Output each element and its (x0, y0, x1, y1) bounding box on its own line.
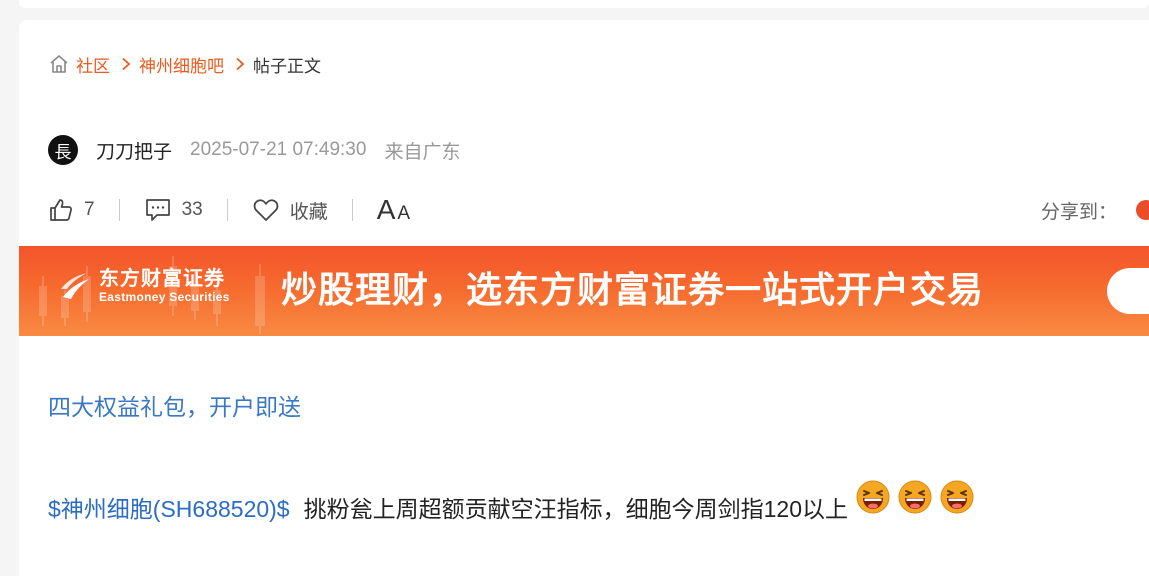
brand-name-en: Eastmoney Securities (99, 290, 230, 304)
font-size-toggle[interactable]: A A (377, 194, 410, 226)
divider (226, 199, 228, 221)
like-button[interactable]: 7 (48, 197, 95, 223)
eastmoney-logo: 东方财富证券 Eastmoney Securities (59, 268, 230, 304)
comment-button[interactable]: 33 (144, 197, 203, 223)
chevron-right-icon (119, 57, 133, 71)
action-bar: 7 33 收藏 A A 分享到： (48, 194, 1149, 226)
favorite-label: 收藏 (289, 201, 328, 223)
post-content: $神州细胞(SH688520)$ 挑粉瓮上周超额贡献空汪指标，细胞今周剑指120… (48, 480, 974, 524)
divider (351, 199, 353, 221)
brand-name-cn: 东方财富证券 (99, 268, 225, 290)
comment-icon (145, 199, 170, 221)
breadcrumb-forum-link[interactable]: 神州细胞吧 (139, 52, 224, 77)
author-info: 長 刀刀把子 2025-07-21 07:49:30 来自广东 (48, 134, 460, 166)
favorite-button[interactable]: 收藏 (252, 197, 328, 224)
top-card-edge (19, 0, 1149, 8)
divider (118, 199, 120, 221)
post-card: 社区 神州细胞吧 帖子正文 長 刀刀把子 2025-07-21 07:49:30… (19, 20, 1149, 576)
share-area: 分享到： (1041, 194, 1149, 226)
breadcrumb-community-link[interactable]: 社区 (76, 52, 110, 77)
chevron-right-icon (233, 57, 247, 71)
heart-icon (253, 199, 279, 221)
stock-tag-link[interactable]: $神州细胞(SH688520)$ (48, 494, 290, 524)
share-label: 分享到： (1040, 201, 1117, 223)
banner-slogan: 炒股理财，选东方财富证券一站式开户交易 (281, 269, 985, 310)
font-large-glyph: A (376, 194, 396, 225)
avatar[interactable]: 長 (48, 135, 78, 165)
laughing-emoji-icon (856, 480, 890, 514)
like-count: 7 (84, 199, 95, 220)
breadcrumb: 社区 神州细胞吧 帖子正文 (48, 52, 321, 76)
eastmoney-logo-icon (61, 273, 89, 299)
ad-banner[interactable]: 东方财富证券 Eastmoney Securities 炒股理财，选东方财富证券… (19, 246, 1149, 336)
laughing-emoji-icon (940, 480, 974, 514)
laughing-emoji-icon (898, 480, 932, 514)
breadcrumb-current: 帖子正文 (253, 56, 321, 76)
author-name[interactable]: 刀刀把子 (96, 137, 172, 164)
post-timestamp: 2025-07-21 07:49:30 (190, 139, 367, 160)
share-weibo-icon[interactable] (1136, 200, 1149, 220)
promo-link[interactable]: 四大权益礼包，开户即送 (48, 388, 301, 422)
post-text: 挑粉瓮上周超额贡献空汪指标，细胞今周剑指120以上 (303, 496, 848, 522)
home-icon[interactable] (48, 53, 70, 75)
post-location: 来自广东 (384, 141, 461, 163)
font-small-glyph: A (397, 203, 411, 224)
thumbs-up-icon (50, 199, 72, 221)
comment-count: 33 (181, 199, 203, 220)
banner-open-account-button[interactable] (1107, 268, 1149, 314)
